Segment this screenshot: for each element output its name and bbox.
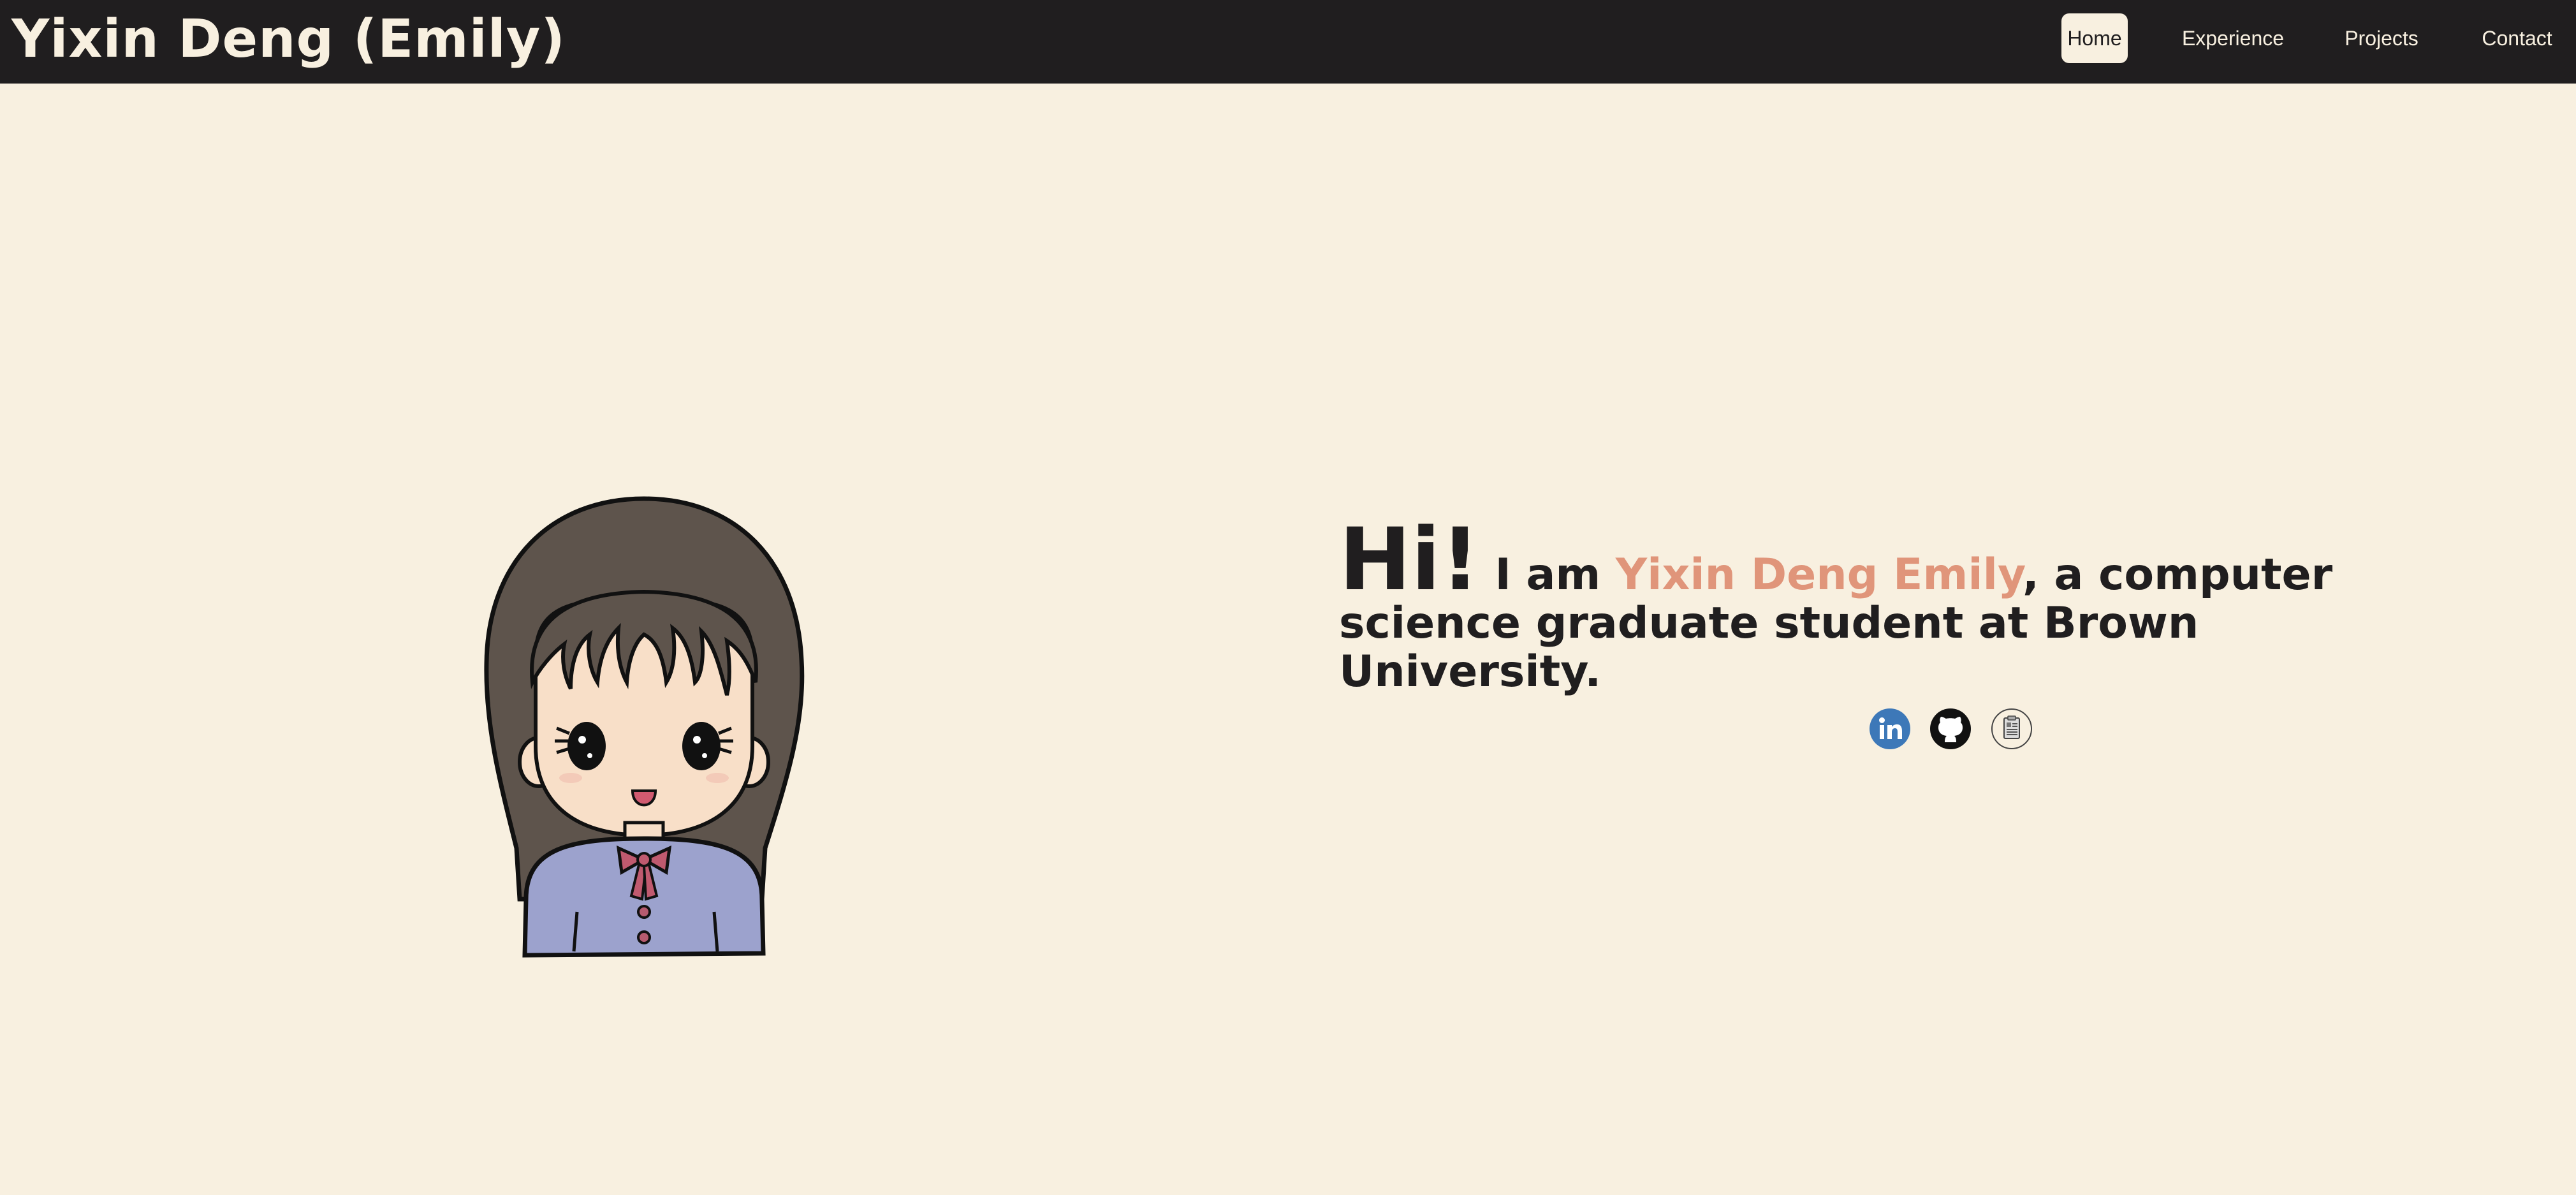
avatar-illustration: [484, 496, 805, 958]
nav-projects[interactable]: Projects: [2340, 13, 2423, 63]
nav-experience[interactable]: Experience: [2174, 13, 2292, 63]
navbar: Yixin Deng (Emily) Home Experience Proje…: [0, 0, 2576, 84]
hero-intro: Hi! I am Yixin Deng Emily, a computer sc…: [1339, 517, 2474, 696]
resume-icon[interactable]: [1991, 708, 2033, 750]
github-icon[interactable]: [1929, 708, 1972, 750]
linkedin-icon[interactable]: [1869, 708, 1911, 750]
hero-name: Yixin Deng Emily: [1615, 550, 2023, 600]
hero-intro-prefix: I am: [1479, 550, 1616, 600]
hero-greeting: Hi!: [1339, 510, 1480, 610]
nav-contact[interactable]: Contact: [2480, 13, 2554, 63]
nav-home[interactable]: Home: [2061, 13, 2128, 63]
site-title[interactable]: Yixin Deng (Emily): [11, 9, 566, 70]
